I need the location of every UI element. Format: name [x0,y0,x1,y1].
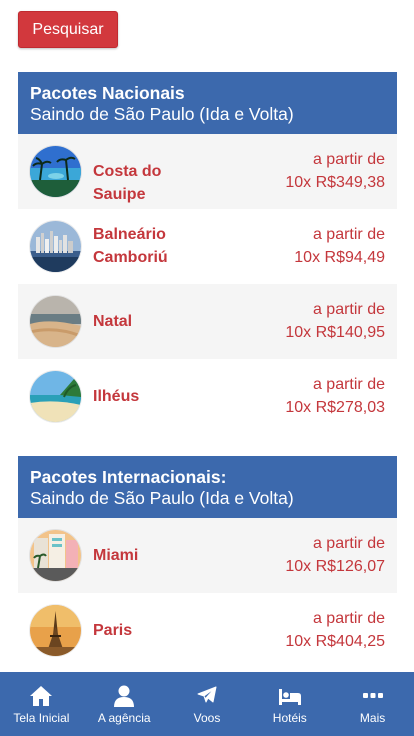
destination-name[interactable]: Ilhéus [93,385,203,408]
price-info: a partir de 10x R$278,03 [285,376,385,416]
package-row-miami[interactable]: Miami a partir de 10x R$126,07 [18,518,397,593]
international-packages-subtitle: Saindo de São Paulo (Ida e Volta) [30,488,294,508]
nav-item-home[interactable]: Tela Inicial [0,672,83,736]
more-icon [362,693,383,698]
destination-thumbnail [30,530,81,581]
price-info: a partir de 10x R$404,25 [285,610,385,650]
destination-name[interactable]: Paris [93,619,203,642]
price-info: a partir de 10x R$94,49 [294,226,385,266]
national-packages-title: Pacotes Nacionais [30,83,185,103]
bottom-navigation: Tela Inicial A agência Voos Hotéis Mais [0,672,414,736]
destination-thumbnail [30,371,81,422]
package-row-natal[interactable]: Natal a partir de 10x R$140,95 [18,284,397,359]
national-packages-header: Pacotes Nacionais Saindo de São Paulo (I… [18,72,397,134]
national-packages-section: Pacotes Nacionais Saindo de São Paulo (I… [18,72,397,434]
search-button[interactable]: Pesquisar [18,11,118,48]
package-row-costa-do-sauipe[interactable]: Costa do Sauipe a partir de 10x R$349,38 [18,134,397,209]
plane-icon [197,686,217,703]
destination-name[interactable]: Costa do Sauipe [93,160,203,206]
user-icon [114,685,135,707]
destination-name[interactable]: Natal [93,310,203,333]
price-info: a partir de 10x R$140,95 [285,301,385,341]
destination-thumbnail [30,221,81,272]
price-info: a partir de 10x R$126,07 [285,535,385,575]
package-row-balneario-camboriu[interactable]: Balneário Camboriú a partir de 10x R$94,… [18,209,397,284]
package-row-paris[interactable]: Paris a partir de 10x R$404,25 [18,593,397,668]
destination-thumbnail [30,146,81,197]
price-info: a partir de 10x R$349,38 [285,151,385,191]
nav-label: Mais [359,711,386,725]
international-packages-section: Pacotes Internacionais: Saindo de São Pa… [18,456,397,668]
nav-item-agency[interactable]: A agência [83,672,166,736]
national-packages-subtitle: Saindo de São Paulo (Ida e Volta) [30,104,294,124]
destination-name[interactable]: Miami [93,544,203,567]
international-packages-header: Pacotes Internacionais: Saindo de São Pa… [18,456,397,518]
package-row-ilheus[interactable]: Ilhéus a partir de 10x R$278,03 [18,359,397,434]
nav-item-more[interactable]: Mais [331,672,414,736]
destination-thumbnail [30,296,81,347]
nav-label: Hotéis [272,711,307,725]
nav-label: A agência [97,711,151,725]
home-icon [30,686,53,706]
destination-thumbnail [30,605,81,656]
nav-label: Voos [193,711,221,725]
nav-label: Tela Inicial [13,711,70,725]
nav-item-flights[interactable]: Voos [166,672,249,736]
destination-name[interactable]: Balneário Camboriú [93,223,203,269]
bed-icon [278,689,301,705]
nav-item-hotels[interactable]: Hotéis [248,672,331,736]
international-packages-title: Pacotes Internacionais: [30,467,227,487]
